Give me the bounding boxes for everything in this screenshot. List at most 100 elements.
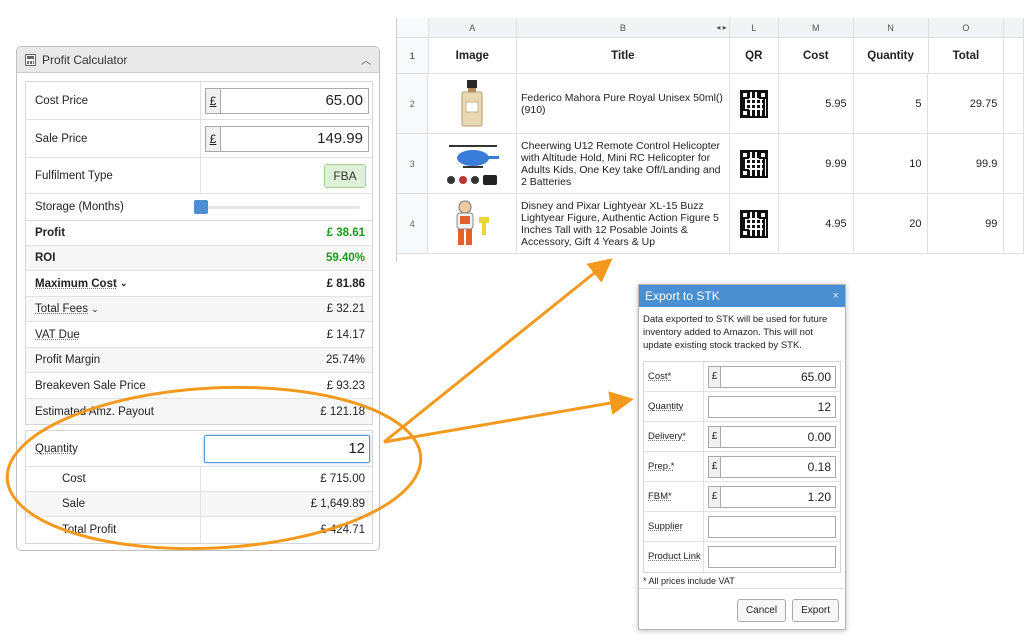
- product-title[interactable]: Federico Mahora Pure Royal Unisex 50ml()…: [517, 74, 730, 133]
- column-header-l[interactable]: L: [730, 18, 779, 37]
- prep-input[interactable]: 0.18: [720, 455, 836, 478]
- supplier-input[interactable]: [708, 515, 836, 538]
- storage-months-slider[interactable]: [194, 200, 360, 214]
- corner-cell[interactable]: [397, 18, 429, 37]
- delivery-input[interactable]: 0.00: [720, 425, 836, 448]
- column-header-o[interactable]: O: [929, 18, 1005, 37]
- slider-track: [200, 206, 360, 209]
- total-cell[interactable]: 99: [928, 194, 1005, 253]
- vat-due-label: VAT Due: [35, 328, 80, 341]
- total-cost-value: £ 715.00: [200, 467, 372, 491]
- row-number[interactable]: 2: [397, 74, 429, 133]
- calculator-icon: [25, 53, 36, 66]
- fulfilment-type-toggle[interactable]: FBA: [324, 163, 366, 188]
- roi-label: ROI: [35, 252, 56, 264]
- vat-note: * All prices include VAT: [643, 576, 735, 586]
- dialog-header: Export to STK ×: [639, 285, 845, 307]
- total-cost-label: Cost: [62, 473, 86, 485]
- column-header-b[interactable]: B ◂ ▸: [517, 18, 730, 37]
- dialog-title: Export to STK: [645, 289, 720, 303]
- storage-months-label: Storage (Months): [35, 201, 124, 213]
- export-dialog: Export to STK × Data exported to STK wil…: [638, 284, 846, 630]
- column-header-row: A B ◂ ▸ L M N O: [397, 18, 1024, 38]
- perfume-bottle-icon: [461, 79, 483, 126]
- cost-cell[interactable]: 9.99: [779, 134, 854, 193]
- total-cell[interactable]: 99.9: [928, 134, 1005, 193]
- qr-cell[interactable]: [730, 74, 779, 133]
- column-nav-arrows[interactable]: ◂ ▸: [716, 23, 726, 32]
- total-profit-value: £ 424.71: [200, 517, 372, 543]
- quantity-label: Quantity: [648, 400, 684, 412]
- sale-price-input[interactable]: 149.99: [220, 125, 369, 152]
- row-number[interactable]: 4: [397, 194, 429, 253]
- empty-cell: [1004, 194, 1024, 253]
- quantity-cell[interactable]: 5: [854, 74, 929, 133]
- header-cost[interactable]: Cost: [779, 38, 854, 73]
- quantity-cell[interactable]: 10: [854, 134, 929, 193]
- helicopter-icon: [447, 144, 500, 185]
- header-image[interactable]: Image: [429, 38, 518, 73]
- chevron-up-icon[interactable]: ︿: [361, 52, 371, 67]
- chevron-down-icon: ⌄: [91, 303, 99, 314]
- column-header-a[interactable]: A: [429, 18, 518, 37]
- profit-value: £ 38.61: [326, 227, 365, 239]
- cost-cell[interactable]: 5.95: [779, 74, 854, 133]
- spreadsheet: A B ◂ ▸ L M N O 1 Image Title QR Cost Qu…: [396, 18, 1024, 262]
- header-quantity[interactable]: Quantity: [854, 38, 929, 73]
- total-sale-value: £ 1,649.89: [200, 492, 372, 516]
- calculator-header[interactable]: Profit Calculator ︿: [17, 47, 379, 73]
- close-icon[interactable]: ×: [833, 290, 839, 302]
- table-row: 2 Federico Mahora Pure Royal Unisex 50ml…: [397, 74, 1024, 134]
- header-qr[interactable]: QR: [730, 38, 779, 73]
- sale-price-label: Sale Price: [35, 132, 88, 145]
- cancel-button[interactable]: Cancel: [736, 599, 787, 622]
- product-image-cell[interactable]: [428, 134, 518, 193]
- product-link-label: Product Link: [648, 551, 701, 562]
- empty-cell: [1004, 134, 1024, 193]
- quantity-input[interactable]: 12: [204, 434, 370, 463]
- product-title[interactable]: Disney and Pixar Lightyear XL-15 Buzz Li…: [517, 194, 730, 253]
- product-image-cell[interactable]: [428, 74, 518, 133]
- qr-code-icon: [739, 209, 768, 238]
- header-total[interactable]: Total: [929, 38, 1005, 73]
- cost-price-label: Cost Price: [35, 94, 89, 107]
- empty-cell: [1004, 38, 1024, 73]
- product-title[interactable]: Cheerwing U12 Remote Control Helicopter …: [517, 134, 730, 193]
- dialog-footer-divider: [639, 588, 845, 589]
- payout-label: Estimated Amz. Payout: [35, 405, 154, 418]
- product-link-input[interactable]: [708, 546, 836, 568]
- total-fees-toggle[interactable]: Total Fees ⌄: [26, 297, 200, 321]
- arrow-to-spreadsheet: [383, 258, 613, 444]
- slider-thumb[interactable]: [194, 200, 208, 214]
- qr-cell[interactable]: [730, 194, 779, 253]
- row-number[interactable]: 3: [397, 134, 429, 193]
- total-fees-value: £ 32.21: [326, 303, 365, 315]
- breakeven-value: £ 93.23: [326, 379, 365, 392]
- product-image-cell[interactable]: [428, 194, 518, 253]
- header-title[interactable]: Title: [517, 38, 730, 73]
- currency-symbol: £: [708, 455, 720, 478]
- total-sale-label: Sale: [62, 498, 86, 510]
- quantity-input[interactable]: 12: [708, 395, 836, 418]
- column-header-m[interactable]: M: [779, 18, 854, 37]
- column-header-n[interactable]: N: [854, 18, 929, 37]
- fulfilment-type-label: Fulfilment Type: [35, 169, 113, 182]
- cost-price-input[interactable]: 65.00: [220, 87, 369, 114]
- maximum-cost-toggle[interactable]: Maximum Cost ⌄: [26, 271, 200, 296]
- row-number[interactable]: 1: [397, 38, 429, 73]
- breakeven-label: Breakeven Sale Price: [35, 379, 146, 392]
- cost-input[interactable]: 65.00: [720, 365, 836, 388]
- quantity-cell[interactable]: 20: [854, 194, 929, 253]
- fbm-input[interactable]: 1.20: [720, 485, 836, 508]
- calculator-results: Profit £ 38.61 ROI 59.40% Maximum Cost ⌄…: [25, 220, 373, 425]
- export-button[interactable]: Export: [792, 599, 839, 622]
- table-row: 3 Cheerwing U12 Remote Control Helicopte…: [397, 134, 1024, 194]
- qr-cell[interactable]: [730, 134, 779, 193]
- cost-cell[interactable]: 4.95: [779, 194, 854, 253]
- total-cell[interactable]: 29.75: [928, 74, 1005, 133]
- column-header-next[interactable]: [1004, 18, 1024, 37]
- supplier-label: Supplier: [648, 520, 683, 532]
- qr-code-icon: [739, 149, 768, 178]
- profit-margin-value: 25.74%: [325, 354, 365, 366]
- export-fields: Cost* £65.00 Quantity 12 Delivery* £0.00…: [643, 361, 841, 573]
